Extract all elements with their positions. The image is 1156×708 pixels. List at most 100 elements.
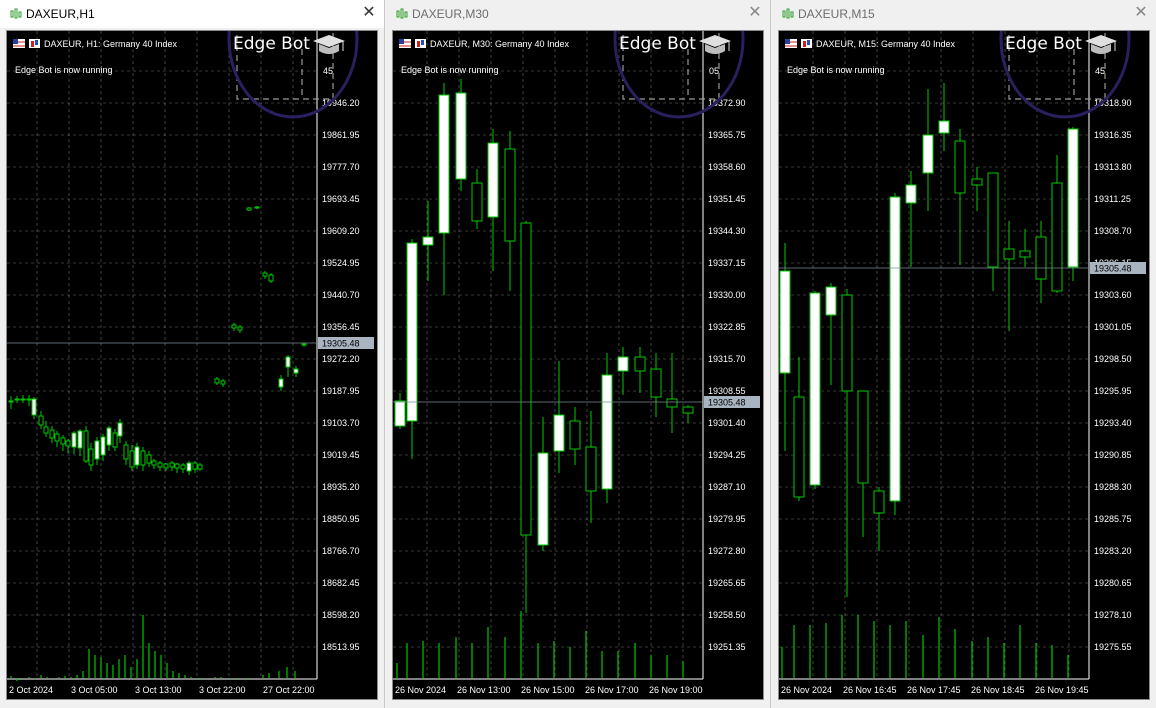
candle-body	[43, 426, 49, 434]
candle-body	[180, 464, 186, 470]
price-label: 45	[323, 66, 333, 76]
flag-icon	[785, 39, 797, 48]
chart-window-icon	[10, 8, 22, 19]
candle-body	[1035, 236, 1047, 280]
window-title: DAXEUR,H1	[26, 7, 95, 21]
price-label: 19272.80	[708, 546, 746, 556]
time-label: 26 Nov 2024	[781, 685, 832, 695]
chart-type-icon	[801, 39, 812, 48]
chart-window-m30[interactable]: DAXEUR,M30 ✕ 05 19372.90 19365.75 19358.60 1…	[386, 0, 770, 708]
chart-canvas[interactable]: 4519946.2019861.9519777.7019693.4519609.…	[7, 31, 377, 699]
time-label: 26 Nov 18:45	[971, 685, 1025, 695]
price-label: 19258.50	[708, 610, 746, 620]
flag-icon	[399, 39, 411, 48]
candle-body	[889, 196, 901, 502]
price-label: 19187.95	[322, 386, 360, 396]
price-label: 18850.95	[322, 514, 360, 524]
candle-body	[49, 429, 55, 439]
candle-body	[146, 454, 152, 464]
chart-area[interactable]: 45 19318.90 19316.35 19313.80 19311.25 19308.…	[778, 30, 1150, 700]
candle-body	[487, 142, 499, 218]
candle-body	[237, 326, 243, 331]
chart-area[interactable]: 05 19372.90 19365.75 19358.60 19351.45 19344.…	[392, 30, 764, 700]
candle-body	[197, 464, 203, 470]
candle-body	[26, 398, 32, 401]
candle-body	[537, 452, 549, 546]
candle-body	[20, 398, 26, 401]
candle-body	[520, 222, 532, 536]
price-label: 19524.95	[322, 258, 360, 268]
candle-body	[650, 368, 662, 398]
candle-body	[14, 398, 20, 401]
candle-body	[134, 446, 140, 466]
chart-area[interactable]: 45 19946.20 19861.95 19777.70 19693.45 19609.…	[6, 30, 378, 700]
chart-canvas[interactable]: 0519372.9019365.7519358.6019351.4519344.…	[393, 31, 763, 699]
candle-body	[214, 378, 220, 384]
price-label: 19316.35	[1094, 130, 1132, 140]
flag-icon-canton	[399, 39, 404, 44]
candle-body	[71, 432, 77, 448]
price-label: 19337.15	[708, 258, 746, 268]
price-label: 19290.85	[1094, 450, 1132, 460]
candle-body	[394, 400, 406, 427]
time-label: 26 Nov 13:00	[457, 685, 511, 695]
price-label: 19322.85	[708, 322, 746, 332]
candle-body	[793, 396, 805, 498]
candle-body	[971, 178, 983, 186]
window-titlebar[interactable]: DAXEUR,M15 ✕	[772, 0, 1156, 28]
chart-window-h1[interactable]: DAXEUR,H1 ✕ 45 19946.20 19861.95 19777.70 19…	[0, 0, 384, 708]
candle-body	[301, 343, 307, 346]
candle-body	[151, 460, 157, 466]
price-label: 19313.80	[1094, 162, 1132, 172]
price-label: 19280.65	[1094, 578, 1132, 588]
chart-canvas[interactable]: 4519318.9019316.3519313.8019311.2519308.…	[779, 31, 1149, 699]
candle-body	[569, 420, 581, 450]
price-label: 19285.75	[1094, 514, 1132, 524]
price-label: 19777.70	[322, 162, 360, 172]
candle-body	[88, 448, 94, 466]
chart-type-icon-bar	[31, 41, 34, 47]
chart-header: DAXEUR, M15: Germany 40 Index	[785, 39, 956, 49]
price-label: 19265.65	[708, 578, 746, 588]
candle-body	[254, 206, 260, 209]
symbol-label: DAXEUR, M30: Germany 40 Index	[430, 39, 570, 49]
close-icon[interactable]: ✕	[746, 4, 764, 22]
candle-body	[100, 436, 106, 456]
candle-body	[841, 294, 853, 392]
chart-type-icon-bar	[417, 41, 420, 47]
window-titlebar[interactable]: DAXEUR,M30 ✕	[386, 0, 770, 28]
candle-body	[922, 134, 934, 174]
chart-header: DAXEUR, M30: Germany 40 Index	[399, 39, 570, 49]
candle-body	[1003, 248, 1015, 260]
candle-body	[1067, 128, 1079, 268]
candle-body	[905, 184, 917, 204]
candle-body	[106, 427, 112, 446]
chart-window-m15[interactable]: DAXEUR,M15 ✕ 45 19318.90 19316.35 19313.80 1…	[772, 0, 1156, 708]
price-label: 19298.50	[1094, 354, 1132, 364]
chart-type-icon-bar	[803, 41, 806, 47]
time-label: 3 Oct 22:00	[199, 685, 246, 695]
time-label: 26 Nov 2024	[395, 685, 446, 695]
candle-body	[163, 463, 169, 469]
price-label: 19275.55	[1094, 642, 1132, 652]
price-label: 19288.30	[1094, 482, 1132, 492]
candle-body	[938, 120, 950, 134]
edge-bot-label: Edge Bot	[619, 34, 696, 54]
time-label: 26 Nov 17:45	[907, 685, 961, 695]
close-icon[interactable]: ✕	[360, 4, 378, 22]
candle-body	[54, 433, 60, 442]
price-label: 19311.25	[1094, 194, 1131, 204]
chart-type-icon-bar	[35, 40, 38, 45]
close-icon[interactable]: ✕	[1132, 4, 1150, 22]
candle-body	[8, 400, 14, 403]
candle-body	[94, 440, 100, 460]
candle-body	[31, 398, 37, 416]
edge-bot-label: Edge Bot	[1005, 34, 1082, 54]
window-titlebar[interactable]: DAXEUR,H1 ✕	[0, 0, 384, 28]
candle-body	[123, 444, 129, 460]
candle-body	[585, 446, 597, 492]
price-label: 19272.20	[322, 354, 360, 364]
candle-body	[406, 242, 418, 422]
ea-status-message: Edge Bot is now running	[15, 65, 113, 75]
current-price-label: 19305.48	[708, 398, 746, 408]
